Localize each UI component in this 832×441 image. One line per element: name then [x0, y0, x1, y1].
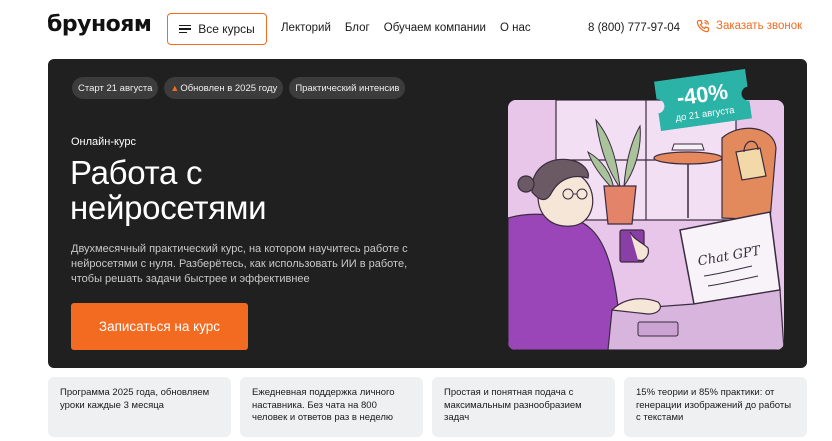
feature-card: Простая и понятная подача с максимальным…	[432, 377, 615, 437]
illustration-art: Chat GPT	[508, 100, 784, 350]
feature-list: Программа 2025 года, обновляем уроки каж…	[48, 377, 807, 437]
page-title: Работа с нейросетями	[70, 154, 267, 226]
nav-item-blog[interactable]: Блог	[345, 22, 370, 34]
callback-label: Заказать звонок	[716, 20, 803, 32]
course-description: Двухмесячный практический курс, на котор…	[71, 243, 408, 285]
burger-menu-icon	[179, 24, 192, 34]
tag-updated: ▲ Обновлен в 2025 году	[164, 77, 284, 99]
tag-list: Старт 21 августа ▲ Обновлен в 2025 году П…	[72, 77, 406, 99]
feature-card: Ежедневная поддержка личного наставника.…	[240, 377, 423, 437]
logo[interactable]: бруноям	[47, 12, 152, 37]
fire-icon: ▲	[170, 83, 180, 93]
nav-item-companies[interactable]: Обучаем компании	[384, 22, 486, 34]
site-header: бруноям Все курсы Лекторий Блог Обучаем …	[0, 0, 832, 58]
hero-banner: Старт 21 августа ▲ Обновлен в 2025 году П…	[48, 59, 807, 368]
callback-link[interactable]: Заказать звонок	[696, 19, 802, 33]
all-courses-label: Все курсы	[198, 22, 255, 36]
feature-card: 15% теории и 85% практики: от генерации …	[624, 377, 807, 437]
phone-number[interactable]: 8 (800) 777-97-04	[588, 22, 680, 34]
phone-icon	[696, 19, 710, 33]
tag-updated-label: Обновлен в 2025 году	[180, 82, 278, 94]
main-nav: Лекторий Блог Обучаем компании О нас	[281, 22, 531, 34]
course-type: Онлайн-курс	[71, 136, 136, 148]
feature-card: Программа 2025 года, обновляем уроки каж…	[48, 377, 231, 437]
all-courses-button[interactable]: Все курсы	[167, 13, 267, 45]
hero-illustration: Chat GPT	[508, 100, 784, 350]
tag-format: Практический интенсив	[289, 77, 406, 99]
tag-start-date: Старт 21 августа	[72, 77, 159, 99]
nav-item-about[interactable]: О нас	[500, 22, 531, 34]
enroll-button[interactable]: Записаться на курс	[71, 303, 248, 350]
nav-item-lectures[interactable]: Лекторий	[281, 22, 331, 34]
